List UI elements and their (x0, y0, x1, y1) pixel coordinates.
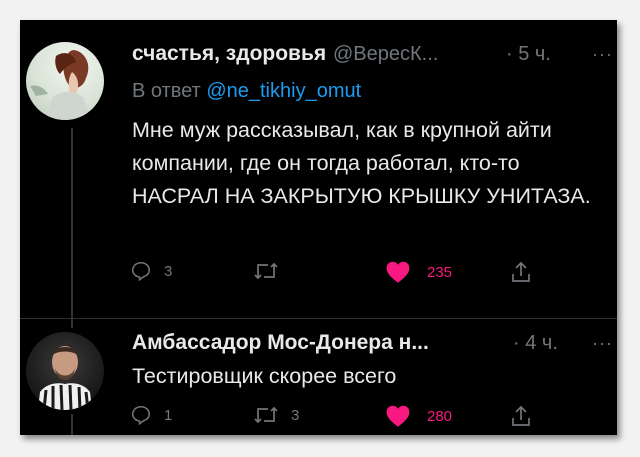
thread-connector (71, 414, 73, 435)
reply-label: В ответ (132, 80, 201, 102)
handle[interactable]: @ВересК... (333, 43, 438, 66)
like-button[interactable]: 280 (385, 404, 452, 428)
reply-context: В ответ @ne_tikhiy_omut (132, 80, 361, 103)
like-button[interactable]: 235 (385, 260, 452, 284)
display-name[interactable]: счастья, здоровья (132, 42, 326, 66)
tweet-text: Мне муж рассказывал, как в крупной айти … (132, 118, 591, 208)
tweet-thread: счастья, здоровья @ВересК... · 5 ч. ··· … (20, 20, 617, 435)
like-count: 280 (427, 407, 453, 425)
avatar-photo (38, 346, 92, 410)
retweet-button[interactable] (253, 260, 291, 282)
reply-count: 1 (164, 406, 173, 424)
retweet-arrows-icon (254, 406, 278, 424)
timestamp[interactable]: · 5 ч. (506, 43, 551, 66)
speech-bubble-icon (131, 261, 151, 282)
reply-button[interactable]: 1 (130, 404, 172, 426)
reply-button[interactable]: 3 (130, 260, 172, 282)
reply-count: 3 (164, 262, 173, 280)
share-button[interactable] (510, 404, 532, 428)
reply-mention-link[interactable]: @ne_tikhiy_omut (206, 80, 361, 102)
share-upload-icon (512, 261, 530, 282)
tweet-text: Тестировщик скорее всего (132, 364, 397, 388)
tweet-divider (20, 318, 617, 319)
share-button[interactable] (510, 260, 532, 284)
heart-icon (386, 405, 410, 427)
thread-connector (71, 128, 73, 328)
avatar-photo (30, 50, 90, 120)
ellipsis-icon[interactable]: ··· (592, 333, 613, 354)
avatar[interactable] (26, 42, 104, 120)
heart-icon (386, 261, 410, 283)
speech-bubble-icon (131, 405, 151, 426)
screenshot-frame: счастья, здоровья @ВересК... · 5 ч. ··· … (0, 0, 640, 457)
like-count: 235 (427, 263, 453, 281)
retweet-arrows-icon (254, 262, 278, 280)
avatar[interactable] (26, 332, 104, 410)
retweet-button[interactable]: 3 (253, 404, 299, 426)
display-name[interactable]: Амбассадор Мос-Донера н... (132, 331, 429, 355)
ellipsis-icon[interactable]: ··· (592, 44, 613, 65)
retweet-count: 3 (291, 406, 300, 424)
share-upload-icon (512, 405, 530, 426)
timestamp[interactable]: · 4 ч. (513, 332, 558, 355)
